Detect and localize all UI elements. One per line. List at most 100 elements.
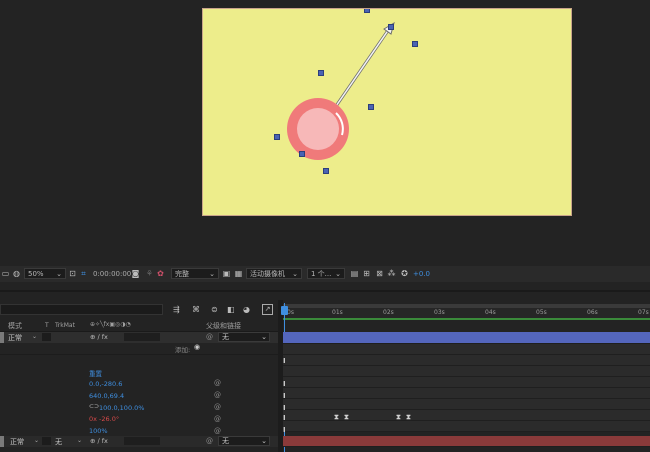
switches-icons: ⊕✧╲fx▣◎◑◔ (90, 321, 131, 328)
keyframe-marker[interactable]: I (283, 404, 286, 412)
track-row (283, 355, 650, 366)
scale-value[interactable]: 100.0,100.0% (99, 404, 144, 412)
add-property-icon[interactable]: ◉ (194, 343, 200, 351)
opacity-value[interactable]: 100% (89, 427, 108, 435)
track-row (283, 421, 650, 432)
current-time[interactable]: 0:00:00:00 (93, 269, 131, 279)
snapshot-icon[interactable]: ⚘ (145, 269, 154, 278)
transform-handle[interactable] (412, 41, 418, 47)
trkmat-value[interactable]: 无 (55, 437, 62, 447)
keyframe-marker[interactable]: ⧗ (334, 413, 339, 422)
frame-blending-icon[interactable]: ⊜ (211, 305, 218, 314)
layer-duration-bar[interactable] (283, 332, 650, 344)
exposure-reset-icon[interactable]: ✪ (400, 269, 409, 278)
pickwhip-icon[interactable]: @ (214, 379, 221, 387)
transform-handle[interactable] (323, 168, 329, 174)
layer-label-color[interactable] (0, 332, 4, 343)
constrain-proportions-icon[interactable]: ⊂⊃ (89, 403, 99, 410)
reset-link[interactable]: 重置 (89, 368, 102, 378)
trkmat-chevron-icon[interactable]: ⌄ (77, 437, 82, 444)
track-row (283, 366, 650, 377)
pickwhip-icon[interactable]: @ (214, 415, 221, 423)
timeline-icon[interactable]: ⊞ (362, 269, 371, 278)
layer-row[interactable]: 正常 ⌄ 无 ⌄ ⊕ ∕ fx @ 无 ⌄ (0, 436, 278, 447)
ruler-tick: 01s (332, 309, 343, 316)
ruler-tick: 03s (434, 309, 445, 316)
layer-mode[interactable]: 正常 (8, 333, 22, 343)
transform-handle[interactable] (368, 104, 374, 110)
composition-canvas[interactable] (202, 8, 572, 216)
anchor-point-value[interactable]: 0.0,-280.6 (89, 380, 122, 388)
draft-3d-icon[interactable]: ⇶ (173, 305, 180, 314)
fast-preview-icon[interactable]: ▤ (350, 269, 359, 278)
comp-flowchart-icon[interactable]: ⊠ (375, 269, 384, 278)
pickwhip-icon[interactable]: @ (206, 333, 213, 341)
col-mode[interactable]: 模式 (8, 321, 22, 331)
parent-dropdown[interactable]: 无 ⌄ (218, 436, 270, 446)
region-of-interest-icon[interactable]: ▣ (222, 269, 231, 278)
parent-dropdown[interactable]: 无 ⌄ (218, 332, 270, 342)
camera-dropdown[interactable]: 活动摄像机 ⌄ (246, 268, 302, 279)
pickwhip-icon[interactable]: @ (214, 427, 221, 435)
layer-duration-bar[interactable] (283, 436, 650, 447)
toggle-icon[interactable]: ◍ (12, 269, 21, 278)
transparency-grid-icon[interactable]: ▦ (234, 269, 243, 278)
track-row (283, 388, 650, 399)
transform-handle[interactable] (364, 9, 370, 13)
frame-icon[interactable]: ⊡ (68, 269, 77, 278)
rotation-value[interactable]: 0x -26.0° (89, 415, 119, 423)
panel-divider[interactable] (0, 290, 650, 292)
keyframe-marker[interactable]: ⧗ (406, 413, 411, 422)
layer-row[interactable]: 正常 ⌄ ⊕ ∕ fx @ 无 ⌄ (0, 332, 278, 343)
shy-icon[interactable]: ⌘ (192, 305, 200, 314)
keyframe-marker[interactable]: I (283, 357, 286, 365)
keyframe-marker[interactable]: I (283, 426, 286, 434)
region-icon[interactable]: ⌗ (79, 269, 88, 278)
layer-mode[interactable]: 正常 (10, 437, 24, 447)
ruler-tick: 07s (638, 309, 649, 316)
composition-viewer[interactable] (0, 0, 650, 266)
anchor-handle[interactable] (299, 151, 305, 157)
ruler-tick: 05s (536, 309, 547, 316)
keyframe-marker[interactable]: ⧗ (396, 413, 401, 422)
exposure-value[interactable]: +0.0 (413, 269, 430, 279)
zoom-dropdown[interactable]: 50% ⌄ (24, 268, 66, 279)
col-t[interactable]: T (45, 322, 49, 329)
keyframe-marker[interactable]: I (283, 380, 286, 388)
transform-handle[interactable] (388, 24, 394, 30)
preserve-transparency-box[interactable] (42, 333, 51, 341)
time-ruler[interactable]: 0s 01s 02s 03s 04s 05s 06s 07s (283, 304, 650, 320)
work-area-bar[interactable] (283, 304, 650, 308)
transform-handle[interactable] (274, 134, 280, 140)
layer-switches-icon[interactable]: ⊕ ∕ fx (90, 333, 108, 341)
graph-icon[interactable]: ↗ (262, 304, 273, 315)
resolution-dropdown[interactable]: 完整 ⌄ (171, 268, 219, 279)
col-parent[interactable]: 父级和链接 (206, 321, 241, 331)
mode-chevron-icon[interactable]: ⌄ (34, 437, 39, 444)
motion-blur-icon[interactable]: ◧ (227, 305, 235, 314)
layer-label-color[interactable] (0, 436, 4, 447)
views-dropdown[interactable]: 1 个... ⌄ (307, 268, 345, 279)
pickwhip-icon[interactable]: @ (214, 403, 221, 411)
layer-column-headers: 模式 T TrkMat ⊕✧╲fx▣◎◑◔ 父级和链接 (0, 320, 278, 332)
timeline-search-input[interactable] (0, 304, 163, 315)
flowchart-icon[interactable]: ⁂ (387, 269, 396, 278)
switch-boxes[interactable] (124, 437, 160, 445)
mode-chevron-icon[interactable]: ⌄ (32, 333, 37, 340)
position-value[interactable]: 640.0,69.4 (89, 392, 124, 400)
pickwhip-icon[interactable]: @ (214, 391, 221, 399)
layer-switches-icon[interactable]: ⊕ ∕ fx (90, 437, 108, 445)
preserve-transparency-box[interactable] (42, 437, 51, 445)
transform-handle[interactable] (318, 70, 324, 76)
keyframe-marker[interactable]: I (283, 414, 286, 422)
color-icon[interactable]: ✿ (156, 269, 165, 278)
playhead-handle[interactable] (281, 306, 288, 315)
camera-icon[interactable]: ◙ (131, 269, 140, 278)
pickwhip-icon[interactable]: @ (206, 437, 213, 445)
graph-editor-icon[interactable]: ◕ (243, 305, 250, 314)
keyframe-marker[interactable]: ⧗ (344, 413, 349, 422)
switch-boxes[interactable] (124, 333, 160, 341)
keyframe-marker[interactable]: I (283, 392, 286, 400)
col-trkmat[interactable]: TrkMat (55, 322, 75, 329)
monitor-icon[interactable]: ▭ (1, 269, 10, 278)
